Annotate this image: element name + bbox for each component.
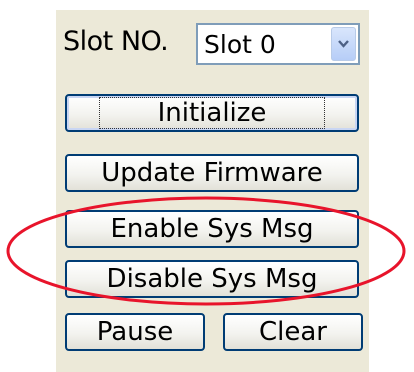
highlight-oval [6,196,406,306]
